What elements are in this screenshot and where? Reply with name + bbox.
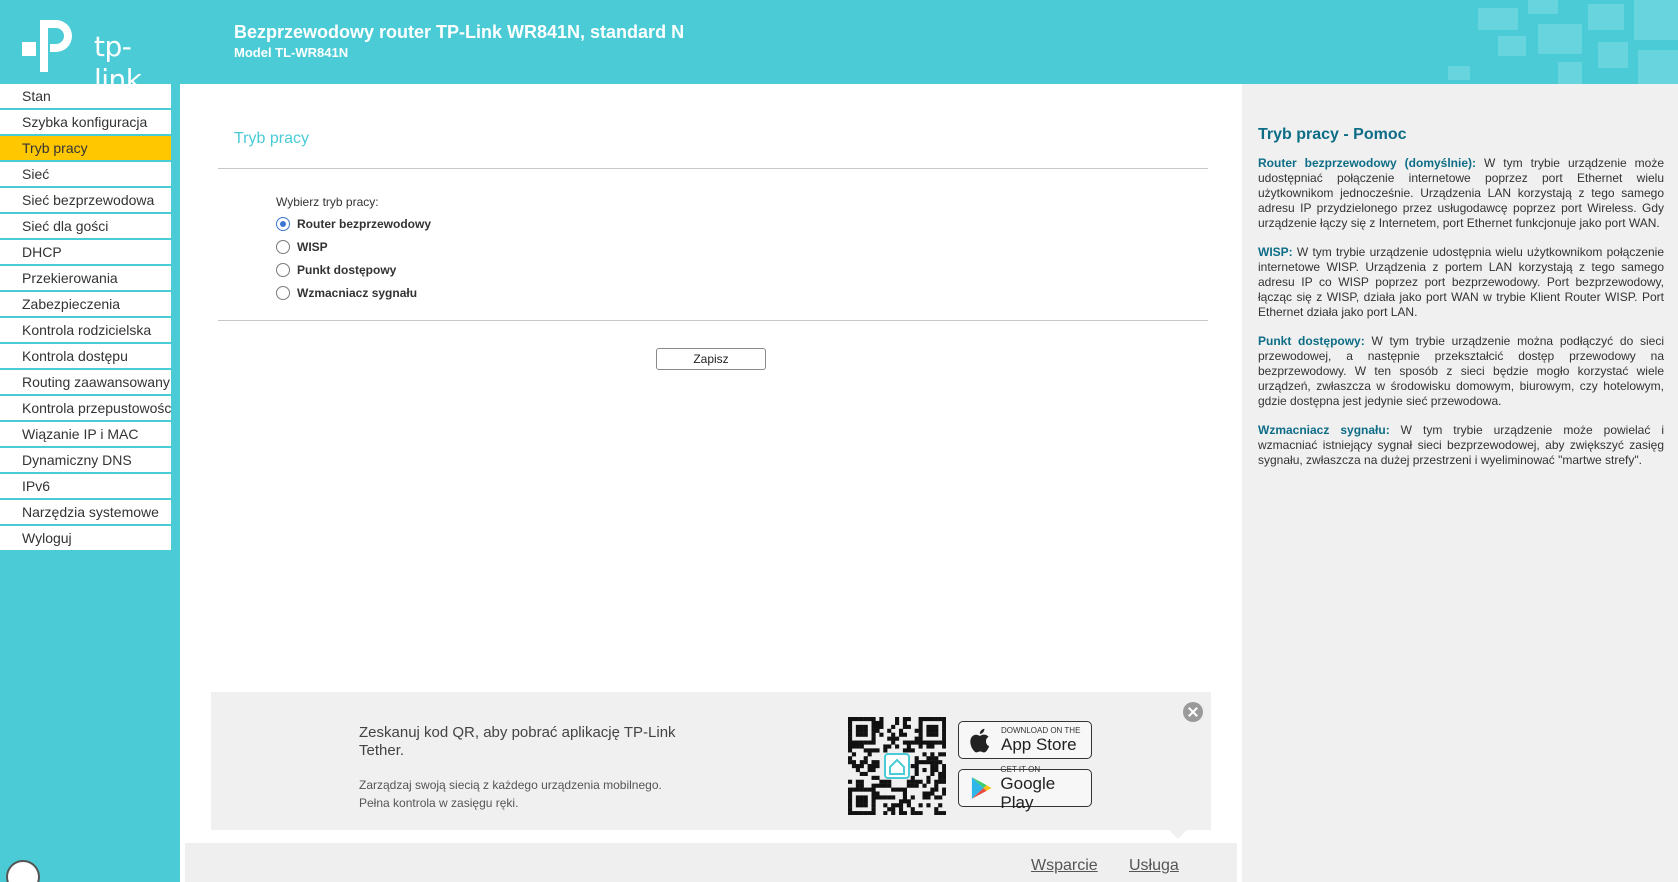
sidebar: Stan Szybka konfiguracja Tryb pracy Sieć Sie… (0, 84, 180, 882)
sidebar-item[interactable]: Stan (0, 84, 171, 108)
page-header-title: Bezprzewodowy router TP-Link WR841N, sta… (234, 22, 685, 42)
app-store-big-text: App Store (1001, 735, 1077, 754)
promo-subtitle-line2: Pełna kontrola w zasięgu ręki. (359, 796, 519, 810)
footer: Wsparcie Usługa (185, 843, 1237, 882)
page-title: Tryb pracy (234, 130, 309, 147)
app-store-button[interactable]: DOWNLOAD ON THE App Store (958, 721, 1092, 759)
sidebar-item[interactable]: Kontrola dostępu (0, 344, 171, 368)
sidebar-item[interactable]: Szybka konfiguracja (0, 110, 171, 134)
radio-router[interactable]: Router bezprzewodowy (276, 217, 431, 231)
sidebar-item[interactable]: Routing zaawansowany (0, 370, 171, 394)
sidebar-item[interactable]: Sieć (0, 162, 171, 186)
banner-pointer (1169, 830, 1187, 839)
radio-button[interactable] (276, 286, 290, 300)
header: tp-link Bezprzewodowy router TP-Link WR8… (0, 0, 1678, 84)
sidebar-item[interactable]: Przekierowania (0, 266, 171, 290)
sidebar-item[interactable]: IPv6 (0, 474, 171, 498)
tp-link-logo[interactable]: tp-link (22, 20, 172, 84)
sidebar-item[interactable]: Dynamiczny DNS (0, 448, 171, 472)
tp-link-logo-icon (22, 20, 72, 72)
google-play-small-text: GET IT ON (1000, 764, 1041, 774)
sidebar-menu: Stan Szybka konfiguracja Tryb pracy Sieć Sie… (0, 84, 180, 550)
logo-text: tp-link (94, 30, 142, 84)
radio-label: WISP (297, 240, 328, 254)
sidebar-item[interactable]: Sieć bezprzewodowa (0, 188, 171, 212)
radio-button[interactable] (276, 263, 290, 277)
sidebar-item[interactable]: Tryb pracy (0, 136, 171, 160)
save-button[interactable]: Zapisz (656, 348, 766, 370)
tether-app-banner: Zeskanuj kod QR, aby pobrać aplikację TP… (211, 692, 1211, 830)
apple-icon (970, 728, 990, 753)
google-play-icon (971, 777, 992, 799)
help-section-wisp: WISP: W tym trybie urządzenie udostępnia… (1258, 245, 1664, 320)
help-term: Wzmacniacz sygnału: (1258, 423, 1390, 437)
google-play-big-text: Google Play (1000, 773, 1056, 812)
sidebar-item[interactable]: DHCP (0, 240, 171, 264)
radio-range-extender[interactable]: Wzmacniacz sygnału (276, 286, 417, 300)
help-term: Router bezprzewodowy (domyślnie): (1258, 156, 1476, 170)
help-section-router: Router bezprzewodowy (domyślnie): W tym … (1258, 156, 1664, 231)
service-link[interactable]: Usługa (1129, 857, 1179, 875)
sidebar-item[interactable]: Sieć dla gości (0, 214, 171, 238)
help-section-range-extender: Wzmacniacz sygnału: W tym trybie urządze… (1258, 423, 1664, 468)
help-panel: Tryb pracy - Pomoc Router bezprzewodowy … (1242, 84, 1678, 882)
promo-subtitle-line1: Zarządzaj swoją siecią z każdego urządze… (359, 778, 662, 792)
radio-label: Router bezprzewodowy (297, 217, 432, 231)
divider-bottom (218, 320, 1208, 321)
main-content: Tryb pracy Wybierz tryb pracy: Router be… (180, 84, 1242, 882)
sidebar-item[interactable]: Wyloguj (0, 526, 171, 550)
sidebar-item[interactable]: Narzędzia systemowe (0, 500, 171, 524)
radio-label: Punkt dostępowy (297, 263, 397, 277)
help-text: W tym trybie urządzenie udostępnia wielu… (1258, 245, 1664, 319)
help-term: Punkt dostępowy: (1258, 334, 1365, 348)
radio-access-point[interactable]: Punkt dostępowy (276, 263, 396, 277)
radio-label: Wzmacniacz sygnału (297, 286, 418, 300)
qr-code-icon (848, 717, 946, 815)
radio-wisp[interactable]: WISP (276, 240, 328, 254)
mode-select-label: Wybierz tryb pracy: (276, 195, 379, 209)
model-label: Model TL-WR841N (234, 45, 349, 60)
help-badge-icon[interactable] (6, 860, 40, 882)
divider-top (218, 168, 1208, 169)
radio-button[interactable] (276, 240, 290, 254)
promo-title: Zeskanuj kod QR, aby pobrać aplikację TP… (359, 724, 676, 759)
radio-button[interactable] (276, 217, 290, 231)
sidebar-item[interactable]: Wiązanie IP i MAC (0, 422, 171, 446)
google-play-button[interactable]: GET IT ON Google Play (958, 765, 1092, 812)
app-store-small-text: DOWNLOAD ON THE (1001, 726, 1081, 735)
help-body: Router bezprzewodowy (domyślnie): W tym … (1258, 156, 1664, 482)
help-term: WISP: (1258, 245, 1293, 259)
sidebar-item[interactable]: Kontrola rodzicielska (0, 318, 171, 342)
sidebar-item[interactable]: Kontrola przepustowośc (0, 396, 171, 420)
sidebar-item[interactable]: Zabezpieczenia (0, 292, 171, 316)
help-title: Tryb pracy - Pomoc (1258, 126, 1407, 143)
close-banner-icon[interactable] (1183, 702, 1203, 722)
header-decoration-pattern (1448, 0, 1678, 84)
support-link[interactable]: Wsparcie (1031, 857, 1098, 875)
help-section-access-point: Punkt dostępowy: W tym trybie urządzenie… (1258, 334, 1664, 409)
